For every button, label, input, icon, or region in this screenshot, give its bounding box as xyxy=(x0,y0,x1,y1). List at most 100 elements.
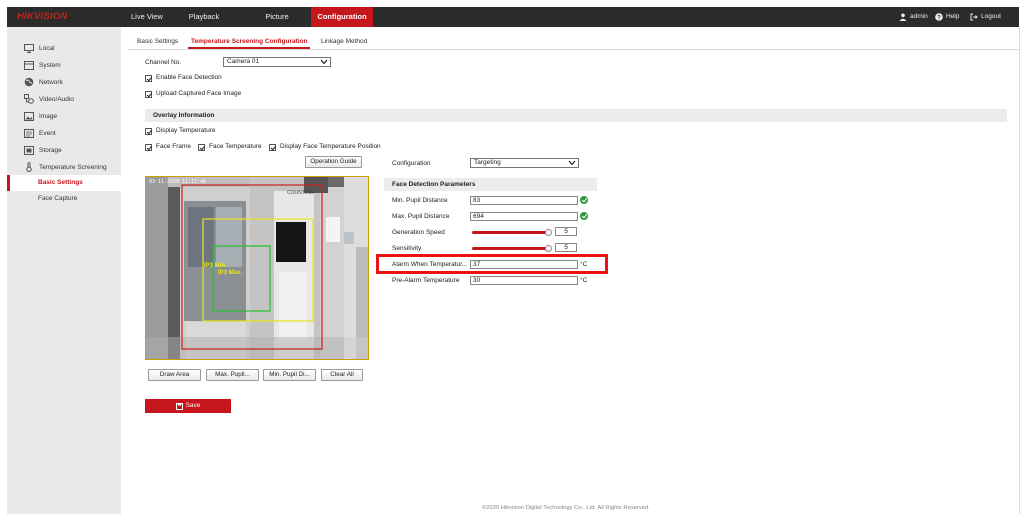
max-pupil-button[interactable]: Max. Pupil... xyxy=(206,369,259,381)
sidebar-subitem-face-capture[interactable]: Face Capture xyxy=(7,191,121,207)
draw-area-button[interactable]: Draw Area xyxy=(148,369,201,381)
logout-label: Logout xyxy=(981,13,1001,20)
storage-icon xyxy=(22,145,36,155)
face-temperature-checkbox[interactable] xyxy=(198,144,205,151)
help-link[interactable]: ? Help xyxy=(935,7,959,27)
overlay-information-section: Overlay Information xyxy=(145,109,1007,122)
display-face-temp-position-checkbox[interactable] xyxy=(269,144,276,151)
globe-icon xyxy=(22,77,36,87)
display-temperature-label: Display Temperature xyxy=(156,127,216,134)
sidebar-item-label: Event xyxy=(39,129,56,137)
sidebar-item-label: Local xyxy=(39,44,55,52)
system-icon xyxy=(22,60,36,70)
save-button[interactable]: Save xyxy=(145,399,231,413)
tab-linkage-method[interactable]: Linkage Method xyxy=(321,38,367,45)
display-face-temp-position-label: Display Face Temperature Position xyxy=(280,143,381,150)
sidebar-item-event[interactable]: Event xyxy=(7,125,121,141)
sidebar-item-local[interactable]: Local xyxy=(7,40,121,56)
enable-face-detection-label: Enable Face Detection xyxy=(156,74,222,81)
sidebar-item-image[interactable]: Image xyxy=(7,108,121,124)
monitor-icon xyxy=(22,43,36,53)
face-temperature-label: Face Temperature xyxy=(209,143,262,150)
copyright-footer: ©2020 Hikvision Digital Technology Co., … xyxy=(482,505,650,511)
user-icon xyxy=(899,13,907,21)
help-icon: ? xyxy=(935,13,943,21)
min-pupil-distance-input[interactable]: 83 xyxy=(470,196,578,205)
store-sign-text: COUNTING xyxy=(287,190,314,196)
active-tab-indicator xyxy=(188,47,310,49)
image-icon xyxy=(22,111,36,121)
generation-speed-slider-handle[interactable] xyxy=(545,229,552,236)
top-navigation-bar: HIKVISION Live View Playback Picture Con… xyxy=(7,7,1019,27)
thermometer-icon xyxy=(22,162,36,172)
user-menu[interactable]: admin xyxy=(899,7,928,27)
upload-face-image-label: Upload Captured Face Image xyxy=(156,90,242,97)
nav-playback[interactable]: Playback xyxy=(182,7,226,27)
save-label: Save xyxy=(185,402,201,409)
face-frame-checkbox[interactable] xyxy=(145,144,152,151)
clear-all-button[interactable]: Clear All xyxy=(321,369,363,381)
enable-face-detection-checkbox[interactable] xyxy=(145,75,152,82)
display-temperature-checkbox[interactable] xyxy=(145,128,152,135)
sidebar-item-storage[interactable]: Storage xyxy=(7,142,121,158)
svg-text:?: ? xyxy=(937,15,941,21)
video-osd-timestamp: 03-11-2020 11:17:46 xyxy=(149,179,207,185)
sidebar-item-video-audio[interactable]: Video/Audio xyxy=(7,91,121,107)
sidebar-item-label: Image xyxy=(39,112,58,120)
tab-basic-settings[interactable]: Basic Settings xyxy=(137,38,178,45)
sidebar-item-system[interactable]: System xyxy=(7,57,121,73)
hikvision-logo: HIKVISION xyxy=(17,11,68,22)
configuration-value: Targeting xyxy=(474,159,501,166)
sidebar-item-label: Video/Audio xyxy=(39,95,74,103)
configuration-label: Configuration xyxy=(392,160,431,167)
username-label: admin xyxy=(910,13,928,20)
save-icon xyxy=(175,402,183,410)
upload-face-image-checkbox[interactable] xyxy=(145,91,152,98)
event-icon xyxy=(22,128,36,138)
face-frame-label: Face Frame xyxy=(156,143,192,150)
generation-speed-input[interactable]: 5 xyxy=(555,227,577,236)
sidebar-item-label: System xyxy=(39,61,61,69)
max-pupil-label: IP3 Max. xyxy=(218,270,243,276)
sidebar-item-label: Storage xyxy=(39,146,62,154)
logout-link[interactable]: Logout xyxy=(970,7,1001,27)
tab-divider xyxy=(128,49,1020,50)
operation-guide-button[interactable]: Operation Guide xyxy=(305,156,362,168)
max-pupil-distance-label: Max. Pupil Distance xyxy=(392,213,450,220)
tab-temperature-screening-configuration[interactable]: Temperature Screening Configuration xyxy=(191,38,308,45)
pre-alarm-temperature-label: Pre-Alarm Temperature xyxy=(392,277,460,284)
sensitivity-slider[interactable] xyxy=(472,247,548,250)
configuration-select[interactable]: Targeting xyxy=(470,158,579,168)
min-pupil-distance-label: Min. Pupil Distance xyxy=(392,197,448,204)
nav-configuration[interactable]: Configuration xyxy=(311,7,373,27)
valid-check-icon xyxy=(580,196,588,204)
sidebar-item-label: Network xyxy=(39,78,63,86)
max-pupil-distance-input[interactable]: 694 xyxy=(470,212,578,221)
sidebar-item-temperature-screening[interactable]: Temperature Screening xyxy=(7,159,121,175)
pre-alarm-temperature-unit: °C xyxy=(580,277,588,284)
pre-alarm-temperature-input[interactable]: 30 xyxy=(470,276,578,285)
alarm-temperature-highlight-box xyxy=(376,254,608,274)
chevron-down-icon xyxy=(320,59,328,65)
channel-label: Channel No. xyxy=(145,59,182,66)
logout-icon xyxy=(970,13,978,21)
nav-live-view[interactable]: Live View xyxy=(125,7,169,27)
valid-check-icon xyxy=(580,212,588,220)
sidebar-item-label: Temperature Screening xyxy=(39,163,107,171)
min-pupil-label: IP3 Min. xyxy=(204,263,227,269)
sensitivity-input[interactable]: 5 xyxy=(555,243,577,252)
channel-value: Camera 01 xyxy=(227,58,260,65)
sidebar-subitem-basic-settings[interactable]: Basic Settings xyxy=(7,175,121,191)
channel-select[interactable]: Camera 01 xyxy=(223,57,331,67)
generation-speed-label: Generation Speed xyxy=(392,229,445,236)
generation-speed-slider[interactable] xyxy=(472,231,548,234)
sensitivity-label: Sensitivity xyxy=(392,245,422,252)
sensitivity-slider-handle[interactable] xyxy=(545,245,552,252)
nav-picture[interactable]: Picture xyxy=(256,7,298,27)
live-video-preview[interactable]: 03-11-2020 11:17:46 COUNTING IP3 Min. IP… xyxy=(145,176,369,360)
chevron-down-icon xyxy=(568,160,576,166)
face-detection-parameters-section: Face Detection Parameters xyxy=(384,178,597,191)
min-pupil-button[interactable]: Min. Pupil Di... xyxy=(263,369,316,381)
sidebar-item-network[interactable]: Network xyxy=(7,74,121,90)
video-audio-icon xyxy=(22,94,36,104)
